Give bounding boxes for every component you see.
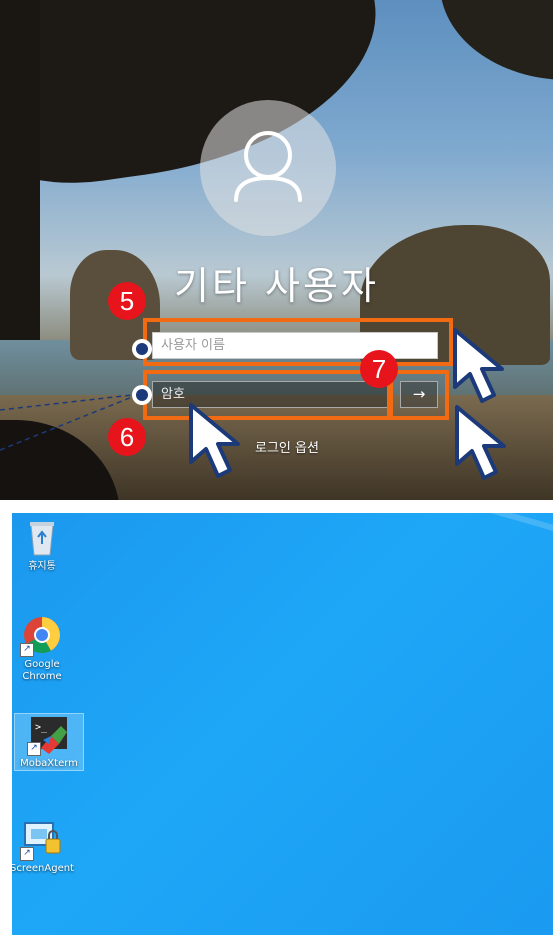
desktop-icon-recycle-bin[interactable]: 휴지통 [12,517,78,573]
highlight-box-username [143,318,453,366]
background-cave-rock-right [440,0,553,80]
user-avatar [200,100,336,236]
mouse-cursor-icon [453,328,504,403]
desktop-icon-screenagent[interactable]: ↗ ScreenAgent [12,819,78,875]
highlight-box-password [143,370,391,420]
mobaxterm-icon: >_ ↗ [27,714,69,756]
shortcut-arrow-icon: ↗ [20,643,34,657]
highlight-box-submit [389,370,449,420]
user-icon [234,131,302,202]
mouse-cursor-icon [189,403,240,478]
dashed-guide-lines [0,394,133,451]
recycle-bin-icon [22,517,62,557]
pointer-dot-username [132,339,152,359]
desktop-icon-label: ScreenAgent [12,863,74,874]
login-user-name: 기타 사용자 [174,264,379,308]
svg-text:>_: >_ [35,722,48,733]
desktop-icon-label: Google Chrome [22,659,62,682]
desktop-icon-chrome[interactable]: ↗ Google Chrome [12,615,78,683]
screenagent-icon: ↗ [20,819,62,861]
signin-options-link[interactable]: 로그인 옵션 [255,437,319,456]
shortcut-arrow-icon: ↗ [27,742,41,756]
desktop-icon-mobaxterm[interactable]: >_ ↗ MobaXterm [14,713,84,771]
step-badge-5: 5 [108,282,146,320]
step-badge-7: 7 [360,350,398,388]
desktop-icon-label: 휴지통 [28,561,56,572]
desktop-icon-label: MobaXterm [20,758,78,769]
wallpaper-light-beam [268,513,553,549]
chrome-icon: ↗ [20,615,62,657]
windows-desktop[interactable]: 휴지통 ↗ Google Chrome >_ ↗ MobaXterm ↗ Scr… [12,513,553,935]
shortcut-arrow-icon: ↗ [20,847,34,861]
login-screen: 기타 사용자 → 로그인 옵션 5 6 7 [0,0,553,500]
mouse-cursor-icon [455,405,506,480]
